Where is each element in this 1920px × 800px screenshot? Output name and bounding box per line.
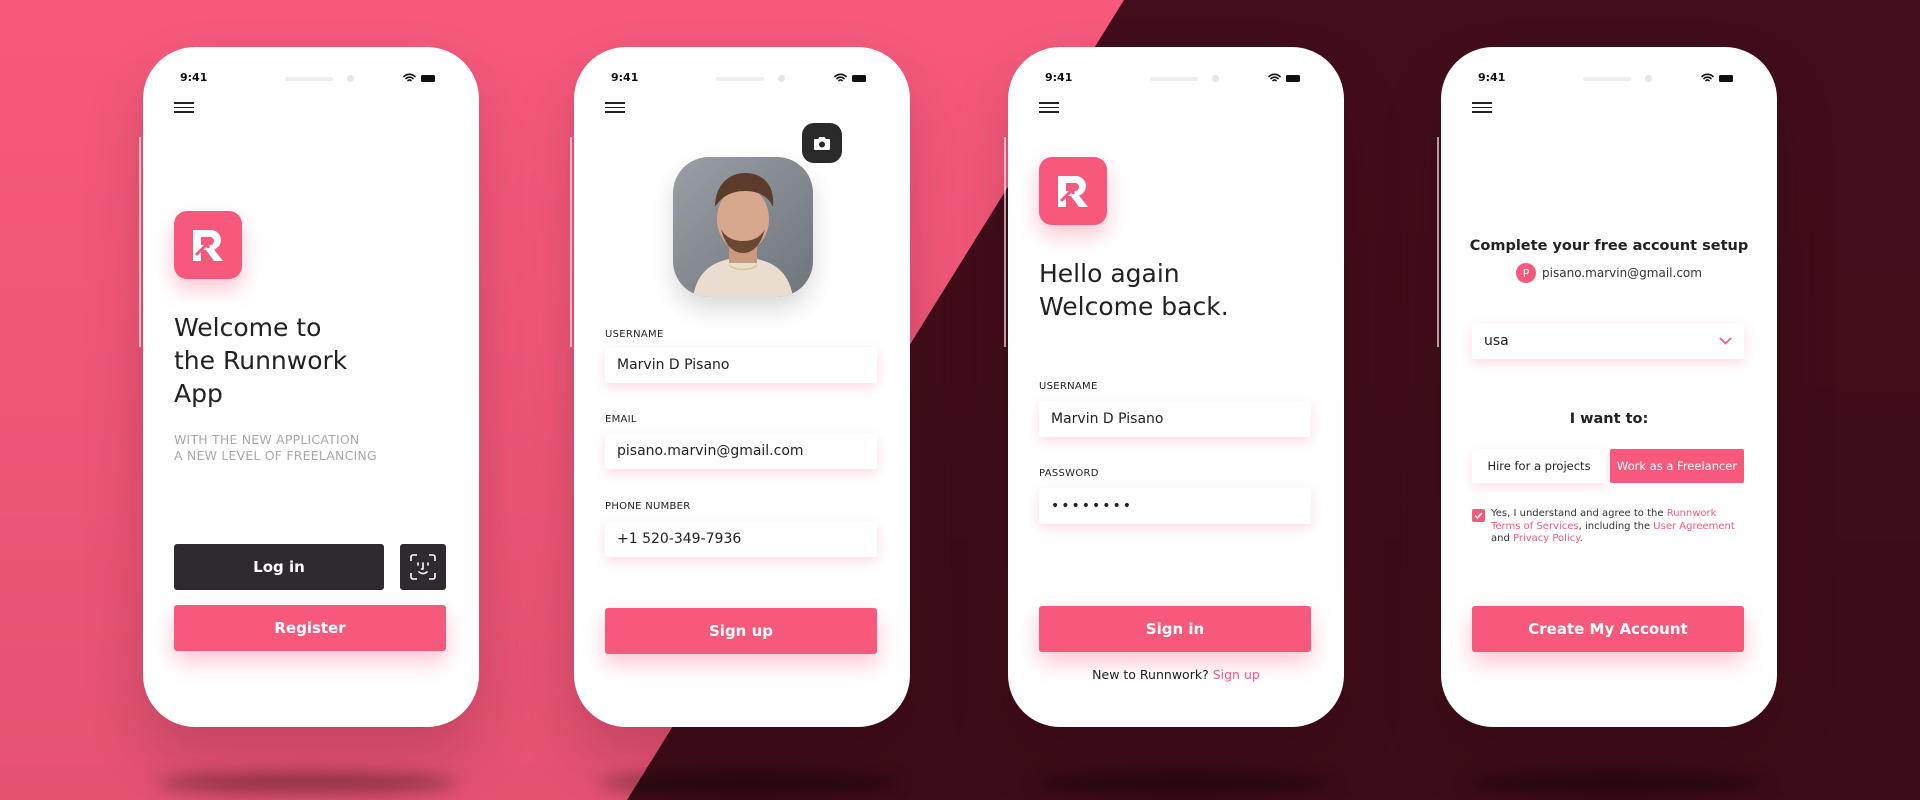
- profile-photo[interactable]: [673, 157, 813, 297]
- menu-icon[interactable]: [1472, 102, 1492, 116]
- front-camera: [1645, 75, 1652, 82]
- phone-signin-screen: 9:41 Hello again Welcome back. USERNAME …: [1004, 47, 1344, 727]
- phone-welcome-screen: 9:41 Welcome to the Runnwork App WITH TH…: [139, 47, 479, 727]
- runnwork-r-icon: [1058, 176, 1088, 207]
- signup-button[interactable]: Sign up: [605, 608, 877, 654]
- runnwork-r-icon: [193, 230, 223, 261]
- login-button[interactable]: Log in: [174, 544, 384, 590]
- status-time: 9:41: [1478, 71, 1506, 84]
- new-user-text: New to Runnwork?: [1092, 667, 1209, 682]
- email-label: EMAIL: [605, 414, 637, 425]
- agree-text-part: .: [1579, 533, 1583, 544]
- agree-text: Yes, I understand and agree to the Runnw…: [1491, 508, 1747, 546]
- status-bar: 9:41: [1008, 71, 1344, 87]
- title-line: App: [174, 379, 223, 408]
- phone-shadow: [157, 772, 457, 794]
- title-line: Welcome to: [174, 313, 322, 342]
- agree-checkbox[interactable]: [1472, 509, 1485, 522]
- signin-label: Sign in: [1145, 620, 1205, 638]
- agree-text-part: and: [1491, 533, 1513, 544]
- signup-link[interactable]: Sign up: [1213, 667, 1260, 682]
- wifi-icon: [1268, 73, 1281, 82]
- speaker-notch: [285, 77, 333, 81]
- change-photo-button[interactable]: [802, 123, 842, 163]
- create-account-button[interactable]: Create My Account: [1472, 606, 1744, 652]
- battery-icon: [1719, 74, 1733, 82]
- subtitle-line: WITH THE NEW APPLICATION: [174, 432, 360, 447]
- status-bar: 9:41: [574, 71, 910, 87]
- username-label: USERNAME: [605, 329, 664, 340]
- phone-shadow: [1466, 772, 1766, 794]
- user-agreement-link[interactable]: User Agreement: [1653, 521, 1735, 532]
- agree-text-part: , including the: [1578, 520, 1654, 532]
- email-field[interactable]: pisano.marvin@gmail.com: [605, 433, 877, 469]
- avatar: P: [1516, 263, 1537, 283]
- face-id-button[interactable]: [400, 544, 446, 590]
- welcome-title: Welcome to the Runnwork App: [174, 311, 347, 410]
- phone-label: PHONE NUMBER: [605, 501, 691, 512]
- subtitle-line: A NEW LEVEL OF FREELANCING: [174, 448, 377, 463]
- front-camera: [347, 75, 354, 82]
- phone-shadow: [1034, 772, 1334, 794]
- country-value: usa: [1484, 333, 1509, 349]
- create-account-label: Create My Account: [1528, 620, 1688, 638]
- title-line: the Runnwork: [174, 346, 348, 375]
- speaker-notch: [1150, 77, 1198, 81]
- runnwork-logo: [174, 211, 242, 279]
- status-bar: 9:41: [143, 71, 479, 87]
- register-label: Register: [274, 619, 346, 637]
- account-email: pisano.marvin@gmail.com: [1542, 266, 1702, 280]
- phone-shadow: [599, 772, 899, 794]
- agree-text-part: Yes, I understand and agree to the: [1491, 508, 1667, 519]
- username-field[interactable]: Marvin D Pisano: [605, 347, 877, 383]
- status-time: 9:41: [611, 71, 639, 84]
- password-label: PASSWORD: [1039, 468, 1099, 479]
- account-email-row: P pisano.marvin@gmail.com: [1441, 263, 1777, 283]
- register-button[interactable]: Register: [174, 605, 446, 651]
- title-line: Welcome back.: [1039, 292, 1229, 321]
- front-camera: [1212, 75, 1219, 82]
- signin-button[interactable]: Sign in: [1039, 606, 1311, 652]
- menu-icon[interactable]: [174, 102, 194, 116]
- speaker-notch: [1583, 77, 1631, 81]
- profile-photo-image: [673, 157, 813, 297]
- welcome-subtitle: WITH THE NEW APPLICATION A NEW LEVEL OF …: [174, 432, 377, 464]
- password-field[interactable]: ••••••••: [1039, 488, 1311, 524]
- wifi-icon: [403, 73, 416, 82]
- status-bar: 9:41: [1441, 71, 1777, 87]
- new-user-prompt: New to Runnwork? Sign up: [1008, 667, 1344, 682]
- speaker-notch: [716, 77, 764, 81]
- signin-title: Hello again Welcome back.: [1039, 257, 1229, 323]
- option-freelancer[interactable]: Work as a Freelancer: [1610, 449, 1744, 483]
- username-label: USERNAME: [1039, 381, 1098, 392]
- phone-signup-screen: 9:41 USERNAME Marvin D Pisano EMAIL pisa…: [570, 47, 910, 727]
- privacy-policy-link[interactable]: Privacy Policy: [1513, 533, 1580, 544]
- camera-icon: [814, 136, 830, 150]
- checkmark-icon: [1474, 512, 1483, 519]
- menu-icon[interactable]: [605, 102, 625, 116]
- status-time: 9:41: [1045, 71, 1073, 84]
- face-id-icon: [410, 554, 436, 580]
- username-field[interactable]: Marvin D Pisano: [1039, 401, 1311, 437]
- front-camera: [778, 75, 785, 82]
- i-want-to-label: I want to:: [1569, 411, 1649, 427]
- wifi-icon: [834, 73, 847, 82]
- country-select[interactable]: usa: [1472, 323, 1744, 359]
- phone-account-setup-screen: 9:41 Complete your free account setup P …: [1437, 47, 1777, 727]
- title-line: Hello again: [1039, 259, 1180, 288]
- chevron-down-icon: [1719, 337, 1732, 345]
- menu-icon[interactable]: [1039, 102, 1059, 116]
- option-hire[interactable]: Hire for a projects: [1472, 449, 1606, 483]
- status-time: 9:41: [180, 71, 208, 84]
- signup-label: Sign up: [709, 622, 773, 640]
- battery-icon: [421, 74, 435, 82]
- phone-field[interactable]: +1 520-349-7936: [605, 521, 877, 557]
- login-label: Log in: [253, 558, 305, 576]
- setup-title: Complete your free account setup: [1469, 238, 1749, 254]
- runnwork-logo: [1039, 157, 1107, 225]
- battery-icon: [852, 74, 866, 82]
- battery-icon: [1286, 74, 1300, 82]
- wifi-icon: [1701, 73, 1714, 82]
